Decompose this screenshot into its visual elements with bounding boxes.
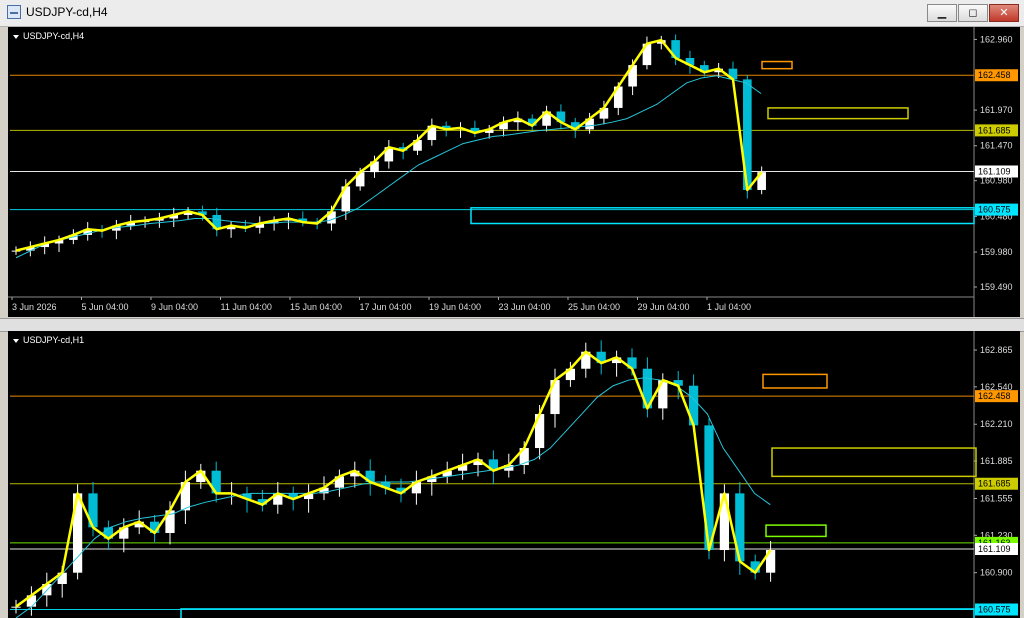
price-tick-label: 162.960 <box>980 34 1013 44</box>
window-titlebar[interactable]: USDJPY-cd,H4 ▁ ◻ ✕ <box>0 0 1024 27</box>
zone-rectangle <box>767 107 909 120</box>
chart-h1-canvas[interactable]: 162.865162.540162.210161.885161.555161.2… <box>8 331 1020 618</box>
level-price-label: 161.109 <box>978 544 1011 554</box>
time-tick-label: 1 Jul 04:00 <box>707 302 751 312</box>
zone-rectangle <box>765 524 827 538</box>
zone-rectangle <box>762 373 828 389</box>
price-tick-label: 161.885 <box>980 456 1013 466</box>
candle-body <box>11 606 21 608</box>
symbol-text: USDJPY-cd,H1 <box>23 335 85 345</box>
zone-rectangle <box>771 447 977 478</box>
zone-rectangle <box>180 608 975 618</box>
price-tick-label: 159.980 <box>980 247 1013 257</box>
chart-window-icon <box>7 5 21 19</box>
price-tick-label: 161.555 <box>980 493 1013 503</box>
price-tick-label: 162.210 <box>980 419 1013 429</box>
time-tick-label: 9 Jun 04:00 <box>151 302 198 312</box>
level-price-label: 162.458 <box>978 391 1011 401</box>
level-price-label: 160.575 <box>978 205 1011 215</box>
time-tick-label: 19 Jun 04:00 <box>429 302 481 312</box>
annotation-scribble <box>15 350 772 608</box>
price-tick-label: 160.900 <box>980 568 1013 578</box>
level-price-label: 161.685 <box>978 125 1011 135</box>
dropdown-triangle-icon[interactable] <box>13 34 19 39</box>
time-tick-label: 11 Jun 04:00 <box>221 302 272 312</box>
price-tick-label: 159.490 <box>980 282 1013 292</box>
chart-h4-symbol-label: USDJPY-cd,H4 <box>13 31 84 41</box>
chart-h1-titlebar[interactable] <box>0 318 1024 332</box>
time-tick-label: 5 Jun 04:00 <box>82 302 129 312</box>
time-tick-label: 23 Jun 04:00 <box>499 302 551 312</box>
window-title: USDJPY-cd,H4 <box>26 5 108 19</box>
level-price-label: 161.685 <box>978 479 1011 489</box>
time-tick-label: 29 Jun 04:00 <box>638 302 690 312</box>
zone-rectangle <box>761 60 793 70</box>
chart-h1-symbol-label: USDJPY-cd,H1 <box>13 335 84 345</box>
level-price-label: 160.575 <box>978 605 1011 615</box>
chart-panel-h1[interactable]: 162.865 162.540 162.210 161.885 161.555 161.2… <box>8 331 1020 618</box>
price-tick-label: 161.470 <box>980 141 1013 151</box>
price-tick-label: 161.970 <box>980 105 1013 115</box>
symbol-text: USDJPY-cd,H4 <box>23 31 85 41</box>
time-tick-label: 17 Jun 04:00 <box>360 302 412 312</box>
time-tick-label: 25 Jun 04:00 <box>568 302 620 312</box>
time-tick-label: 3 Jun 2026 <box>12 302 57 312</box>
time-tick-label: 15 Jun 04:00 <box>290 302 342 312</box>
price-tick-label: 162.865 <box>980 345 1013 355</box>
level-price-label: 162.458 <box>978 70 1011 80</box>
chart-h4-canvas[interactable]: 162.960161.970161.470160.980160.480159.9… <box>8 27 1020 317</box>
chart-panel-h4[interactable]: 162.960 161.970 161.470 160.980 160.480 159.9… <box>8 27 1020 317</box>
moving-average-line <box>15 377 771 618</box>
zone-rectangle <box>470 207 975 225</box>
maximize-button[interactable]: ◻ <box>958 4 988 22</box>
minimize-button[interactable]: ▁ <box>927 4 957 22</box>
level-price-label: 161.109 <box>978 166 1011 176</box>
close-button[interactable]: ✕ <box>989 4 1019 22</box>
dropdown-triangle-icon[interactable] <box>13 338 19 343</box>
